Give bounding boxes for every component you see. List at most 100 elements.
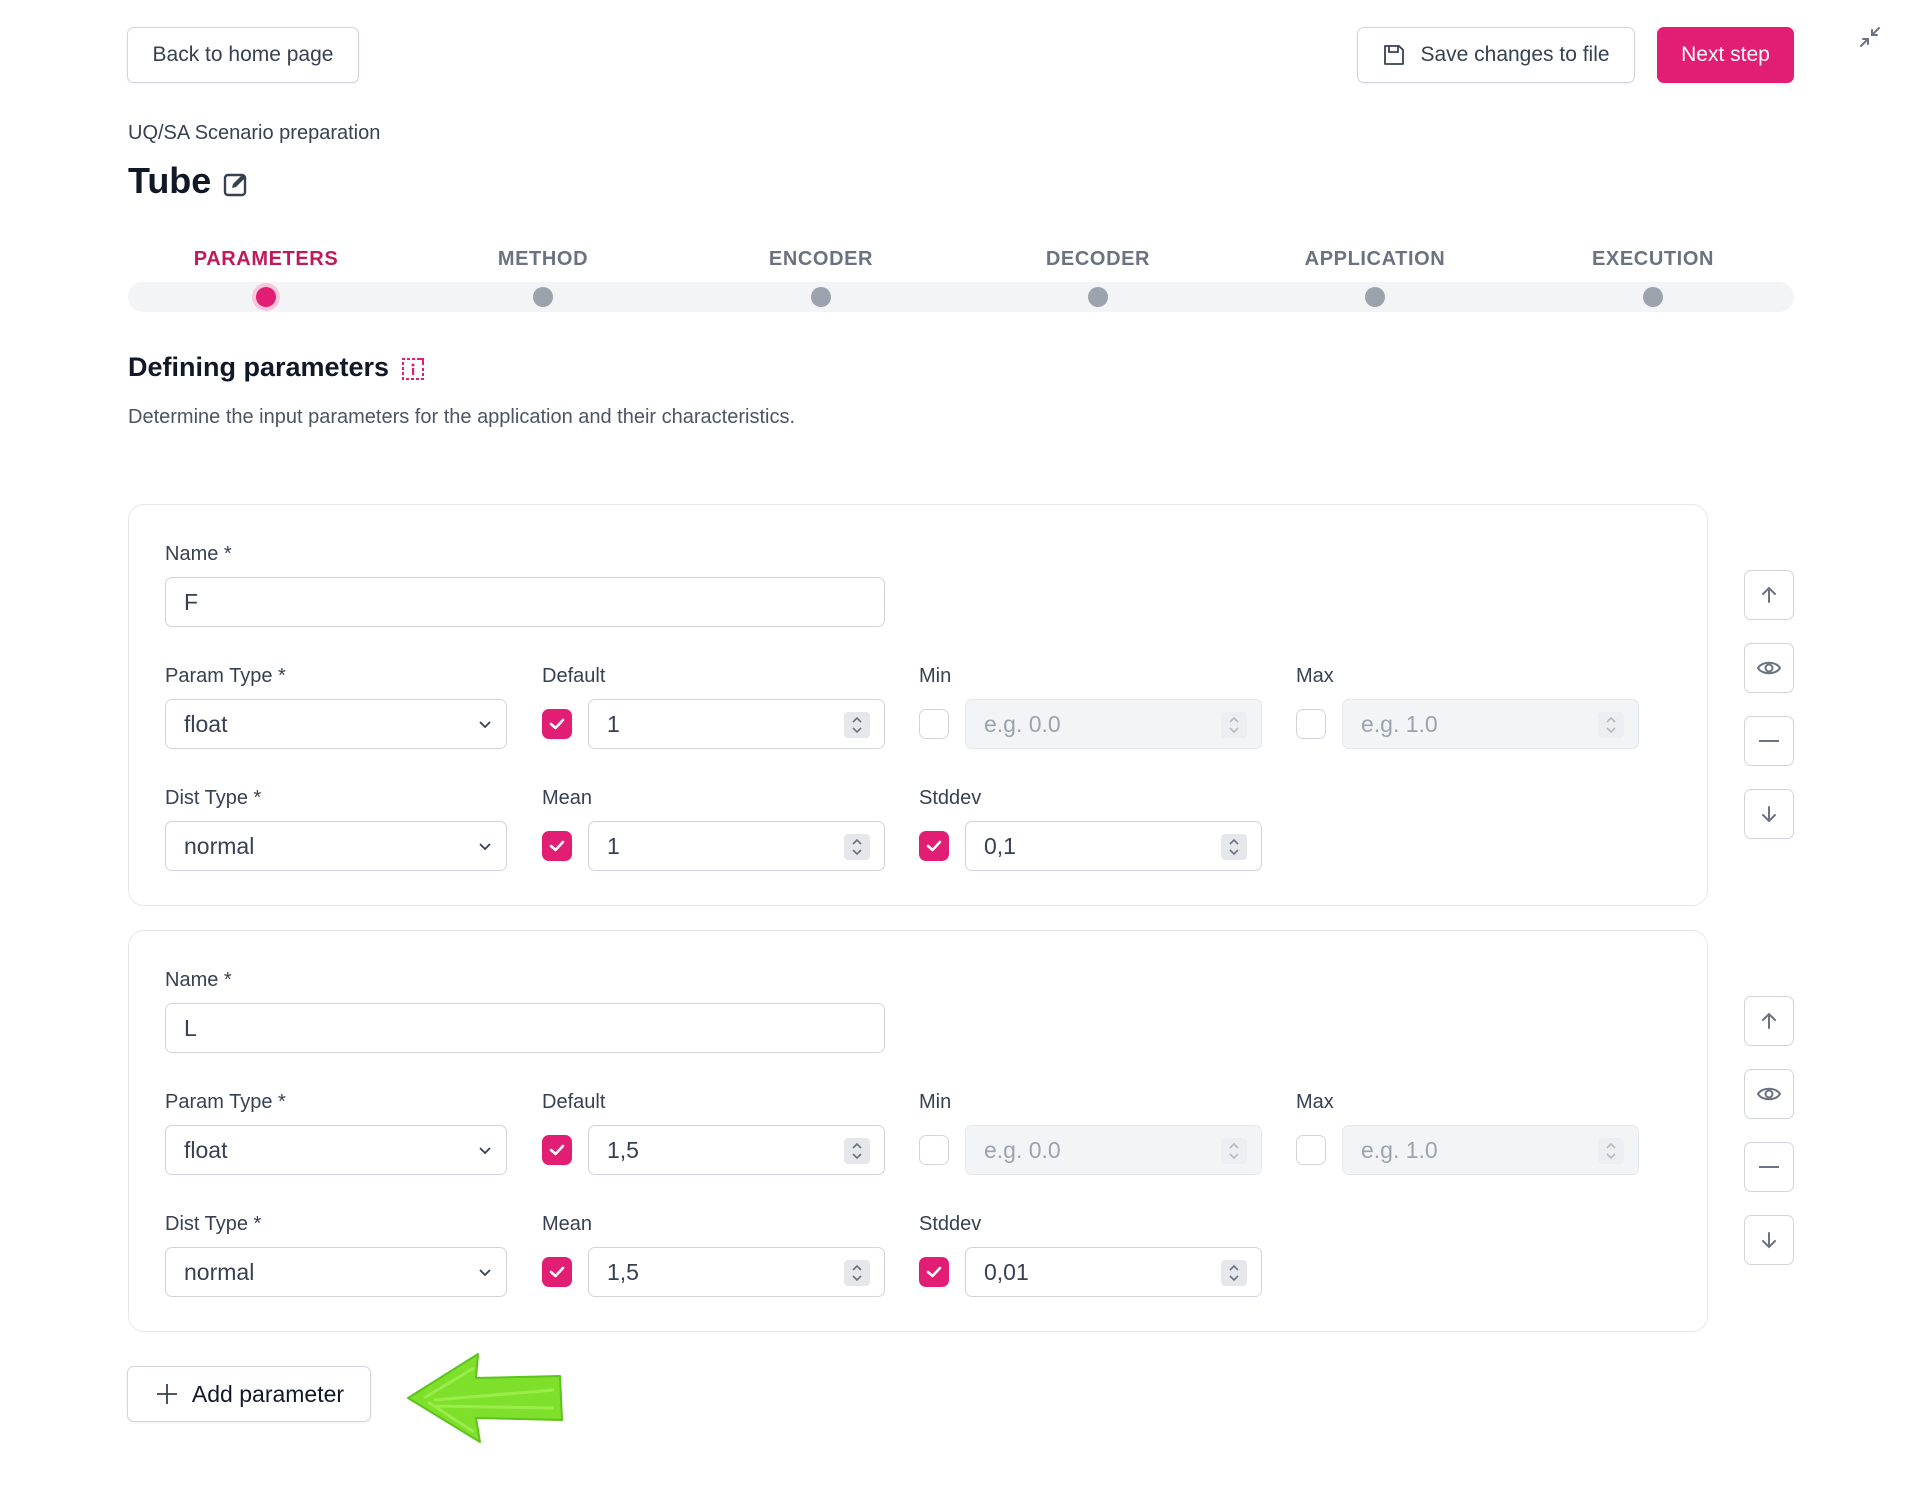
minus-icon — [1759, 1166, 1779, 1168]
next-step-label: Next step — [1681, 43, 1770, 66]
spinner-icon[interactable] — [844, 834, 870, 860]
chevron-down-icon — [479, 721, 491, 729]
min-input[interactable]: e.g. 0.0 — [965, 1125, 1262, 1175]
info-box-icon[interactable] — [400, 356, 426, 382]
mean-value: 1,5 — [607, 1258, 639, 1285]
spinner-icon[interactable] — [844, 712, 870, 738]
param-type-select[interactable]: float — [165, 1125, 507, 1175]
max-placeholder: e.g. 1.0 — [1361, 710, 1438, 737]
mean-checkbox[interactable] — [542, 831, 572, 861]
back-to-home-label: Back to home page — [152, 43, 334, 66]
checkmark-icon — [926, 840, 942, 852]
move-up-button[interactable] — [1744, 996, 1794, 1046]
add-parameter-button[interactable]: Add parameter — [127, 1366, 371, 1422]
step-dot-decoder[interactable] — [1088, 287, 1108, 307]
spinner-icon[interactable] — [1221, 834, 1247, 860]
step-decoder[interactable]: DECODER — [978, 248, 1218, 271]
param-type-label: Param Type * — [165, 665, 286, 687]
name-label: Name * — [165, 543, 232, 565]
name-value: L — [184, 1014, 197, 1041]
step-execution[interactable]: EXECUTION — [1533, 248, 1773, 271]
default-input[interactable]: 1 — [588, 699, 885, 749]
remove-parameter-button[interactable] — [1744, 716, 1794, 766]
step-dot-method[interactable] — [533, 287, 553, 307]
mean-input[interactable]: 1,5 — [588, 1247, 885, 1297]
step-dot-application[interactable] — [1365, 287, 1385, 307]
step-dot-encoder[interactable] — [811, 287, 831, 307]
next-step-button[interactable]: Next step — [1657, 27, 1794, 83]
move-up-button[interactable] — [1744, 570, 1794, 620]
page-subtitle: UQ/SA Scenario preparation — [128, 122, 381, 144]
max-input[interactable]: e.g. 1.0 — [1342, 1125, 1639, 1175]
min-label: Min — [919, 665, 952, 687]
dist-type-select[interactable]: normal — [165, 821, 507, 871]
stddev-label: Stddev — [919, 787, 982, 809]
spinner-icon[interactable] — [1221, 1260, 1247, 1286]
toggle-visibility-button[interactable] — [1744, 1069, 1794, 1119]
save-changes-button[interactable]: Save changes to file — [1357, 27, 1635, 83]
default-label: Default — [542, 1091, 606, 1113]
default-label: Default — [542, 665, 606, 687]
spinner-icon[interactable] — [1221, 1138, 1247, 1164]
max-checkbox[interactable] — [1296, 1135, 1326, 1165]
min-placeholder: e.g. 0.0 — [984, 1136, 1061, 1163]
checkmark-icon — [549, 1144, 565, 1156]
spinner-icon[interactable] — [1598, 712, 1624, 738]
dist-type-value: normal — [184, 832, 255, 859]
remove-parameter-button[interactable] — [1744, 1142, 1794, 1192]
name-input[interactable]: L — [165, 1003, 885, 1053]
toggle-visibility-button[interactable] — [1744, 643, 1794, 693]
spinner-icon[interactable] — [844, 1138, 870, 1164]
edit-square-icon[interactable] — [222, 170, 250, 198]
parameter-card: Name * F Param Type * float Default 1 Mi… — [128, 504, 1708, 906]
mean-label: Mean — [542, 787, 593, 809]
chevron-down-icon — [479, 1147, 491, 1155]
step-application[interactable]: APPLICATION — [1255, 248, 1495, 271]
checkmark-icon — [549, 840, 565, 852]
section-title: Defining parameters — [128, 352, 390, 382]
move-down-button[interactable] — [1744, 1215, 1794, 1265]
collapse-arrows-icon[interactable] — [1855, 22, 1885, 52]
max-placeholder: e.g. 1.0 — [1361, 1136, 1438, 1163]
max-checkbox[interactable] — [1296, 709, 1326, 739]
stddev-checkbox[interactable] — [919, 1257, 949, 1287]
dist-type-select[interactable]: normal — [165, 1247, 507, 1297]
mean-checkbox[interactable] — [542, 1257, 572, 1287]
dist-type-label: Dist Type * — [165, 787, 262, 809]
param-type-value: float — [184, 710, 228, 737]
checkmark-icon — [549, 718, 565, 730]
min-checkbox[interactable] — [919, 1135, 949, 1165]
step-parameters[interactable]: PARAMETERS — [146, 248, 386, 271]
default-value: 1,5 — [607, 1136, 639, 1163]
step-dot-parameters[interactable] — [256, 287, 276, 307]
param-type-label: Param Type * — [165, 1091, 286, 1113]
stddev-input[interactable]: 0,01 — [965, 1247, 1262, 1297]
stddev-input[interactable]: 0,1 — [965, 821, 1262, 871]
min-input[interactable]: e.g. 0.0 — [965, 699, 1262, 749]
default-checkbox[interactable] — [542, 1135, 572, 1165]
step-method[interactable]: METHOD — [423, 248, 663, 271]
step-dot-execution[interactable] — [1643, 287, 1663, 307]
arrow-down-icon — [1762, 1232, 1776, 1249]
checkmark-icon — [926, 1266, 942, 1278]
stepper-track — [128, 282, 1794, 312]
move-down-button[interactable] — [1744, 789, 1794, 839]
min-checkbox[interactable] — [919, 709, 949, 739]
default-input[interactable]: 1,5 — [588, 1125, 885, 1175]
default-value: 1 — [607, 710, 620, 737]
step-encoder[interactable]: ENCODER — [701, 248, 941, 271]
dist-type-value: normal — [184, 1258, 255, 1285]
default-checkbox[interactable] — [542, 709, 572, 739]
arrow-up-icon — [1762, 1012, 1776, 1029]
stddev-checkbox[interactable] — [919, 831, 949, 861]
add-parameter-label: Add parameter — [191, 1380, 345, 1407]
spinner-icon[interactable] — [844, 1260, 870, 1286]
back-to-home-button[interactable]: Back to home page — [127, 27, 359, 83]
name-input[interactable]: F — [165, 577, 885, 627]
spinner-icon[interactable] — [1598, 1138, 1624, 1164]
spinner-icon[interactable] — [1221, 712, 1247, 738]
mean-input[interactable]: 1 — [588, 821, 885, 871]
param-type-select[interactable]: float — [165, 699, 507, 749]
stddev-value: 0,01 — [984, 1258, 1029, 1285]
max-input[interactable]: e.g. 1.0 — [1342, 699, 1639, 749]
